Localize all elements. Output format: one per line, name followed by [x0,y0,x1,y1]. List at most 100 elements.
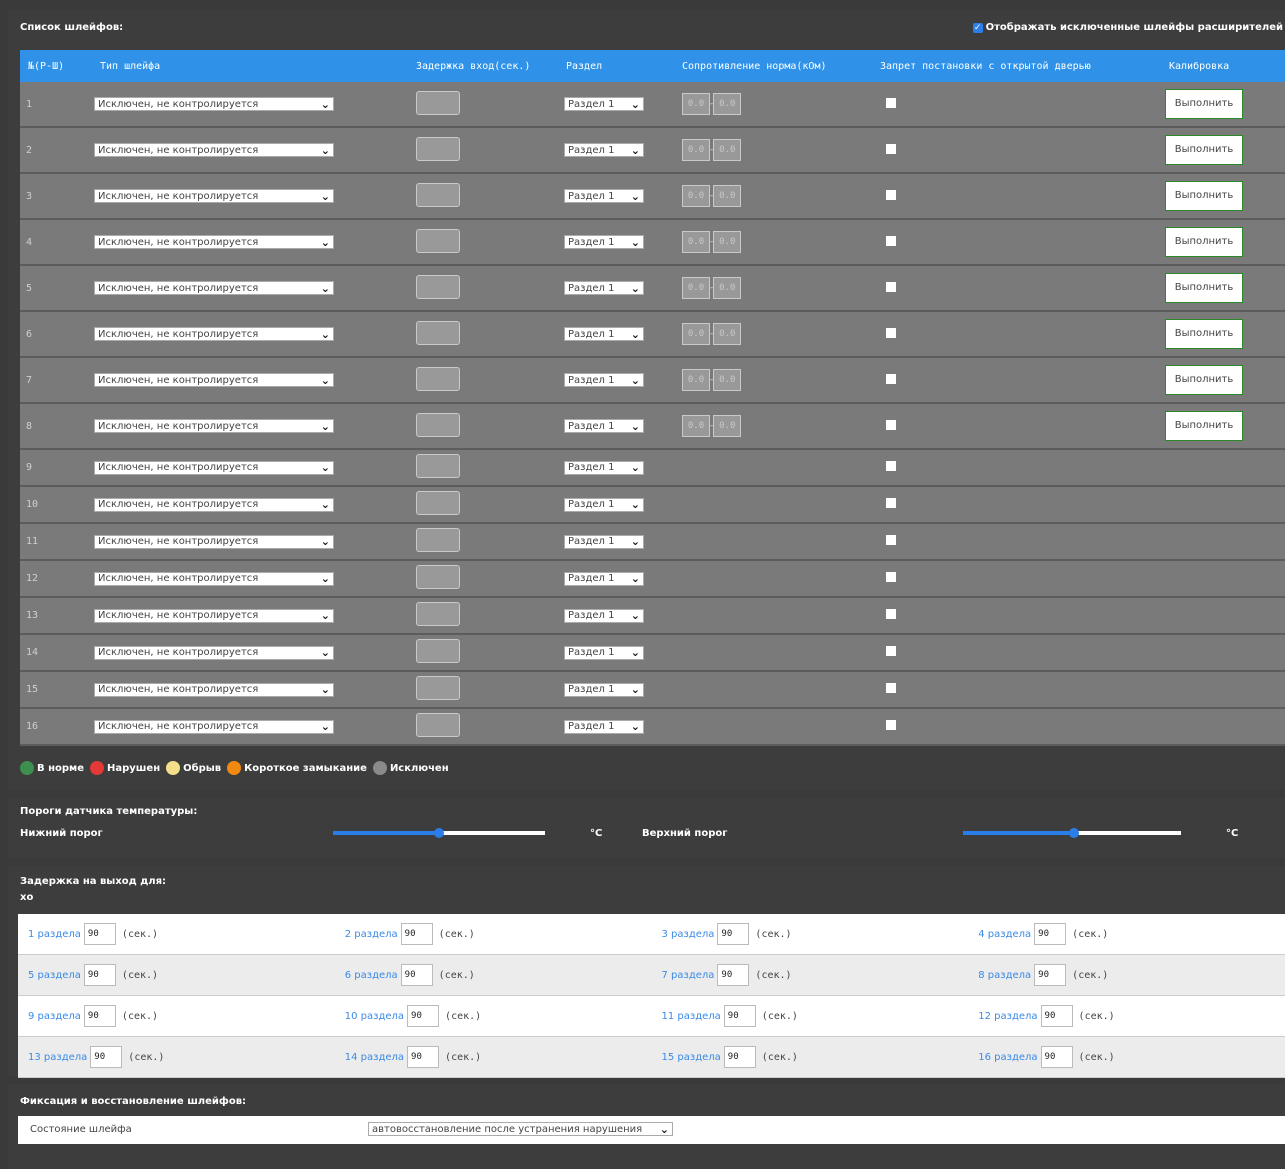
loop-type-select[interactable]: Исключен, не контролируется ⌄ [94,682,334,697]
exit-delay-input[interactable]: 90 [83,1005,116,1027]
exit-delay-input[interactable]: 90 [723,1046,756,1068]
resistance-min-input[interactable]: 0.0 [682,139,710,161]
exit-delay-input[interactable]: 90 [90,1046,123,1068]
resistance-min-input[interactable]: 0.0 [682,231,710,253]
partition-select[interactable]: Раздел 1 ⌄ [564,281,644,295]
loop-type-select[interactable]: Исключен, не контролируется ⌄ [94,419,334,433]
exit-delay-input[interactable]: 90 [400,964,433,986]
resistance-min-input[interactable]: 0.0 [682,369,710,391]
door-lock-checkbox[interactable] [886,498,896,508]
loop-type-select[interactable]: Исключен, не контролируется ⌄ [94,97,334,111]
resistance-min-input[interactable]: 0.0 [682,323,710,345]
loop-type-select[interactable]: Исключен, не контролируется ⌄ [94,281,334,295]
partition-select[interactable]: Раздел 1 ⌄ [564,235,644,249]
entry-delay-input[interactable] [416,639,460,663]
door-lock-checkbox[interactable] [886,373,896,384]
partition-select[interactable]: Раздел 1 ⌄ [564,143,644,157]
partition-select[interactable]: Раздел 1 ⌄ [564,327,644,341]
entry-delay-input[interactable] [416,412,460,437]
partition-select[interactable]: Раздел 1 ⌄ [564,419,644,433]
loop-type-select[interactable]: Исключен, не контролируется ⌄ [94,645,334,660]
entry-delay-input[interactable] [416,454,460,478]
calibrate-button[interactable]: Выполнить [1165,227,1243,257]
loop-type-select[interactable]: Исключен, не контролируется ⌄ [94,189,334,203]
partition-select[interactable]: Раздел 1 ⌄ [564,373,644,387]
calibrate-button[interactable]: Выполнить [1165,411,1243,441]
resistance-max-input[interactable]: 0.0 [713,323,742,345]
door-lock-checkbox[interactable] [886,419,896,430]
door-lock-checkbox[interactable] [886,609,896,619]
loop-type-select[interactable]: Исключен, не контролируется ⌄ [94,235,334,249]
loop-type-select[interactable]: Исключен, не контролируется ⌄ [94,460,334,475]
door-lock-checkbox[interactable] [886,281,896,292]
partition-select[interactable]: Раздел 1 ⌄ [564,571,644,586]
loop-type-select[interactable]: Исключен, не контролируется ⌄ [94,608,334,623]
partition-select[interactable]: Раздел 1 ⌄ [564,534,644,549]
loop-type-select[interactable]: Исключен, не контролируется ⌄ [94,534,334,549]
calibrate-button[interactable]: Выполнить [1165,181,1243,211]
calibrate-button[interactable]: Выполнить [1165,365,1243,395]
entry-delay-input[interactable] [416,491,460,515]
low-slider-thumb[interactable] [434,828,444,838]
resistance-max-input[interactable]: 0.0 [713,139,742,161]
calibrate-button[interactable]: Выполнить [1165,273,1243,303]
partition-select[interactable]: Раздел 1 ⌄ [564,460,644,475]
loop-type-select[interactable]: Исключен, не контролируется ⌄ [94,571,334,586]
resistance-max-input[interactable]: 0.0 [713,93,742,115]
resistance-max-input[interactable]: 0.0 [713,185,742,207]
partition-select[interactable]: Раздел 1 ⌄ [564,719,644,734]
entry-delay-input[interactable] [416,274,460,299]
door-lock-checkbox[interactable] [886,327,896,338]
loop-type-select[interactable]: Исключен, не контролируется ⌄ [94,719,334,734]
resistance-max-input[interactable]: 0.0 [713,369,742,391]
exit-delay-input[interactable]: 90 [1034,964,1067,986]
door-lock-checkbox[interactable] [886,572,896,582]
partition-select[interactable]: Раздел 1 ⌄ [564,645,644,660]
entry-delay-input[interactable] [416,182,460,207]
show-excluded-checkbox[interactable]: ✓ Отображать исключенные шлейфы расширит… [972,22,1283,33]
entry-delay-input[interactable] [416,228,460,253]
entry-delay-input[interactable] [416,602,460,626]
resistance-min-input[interactable]: 0.0 [682,93,710,115]
loop-type-select[interactable]: Исключен, не контролируется ⌄ [94,497,334,512]
resistance-min-input[interactable]: 0.0 [682,415,710,437]
exit-delay-input[interactable]: 90 [83,923,116,945]
entry-delay-input[interactable] [416,320,460,345]
door-lock-checkbox[interactable] [886,535,896,545]
door-lock-checkbox[interactable] [886,97,896,108]
resistance-min-input[interactable]: 0.0 [682,277,710,299]
high-threshold-slider[interactable] [963,828,1181,838]
resistance-max-input[interactable]: 0.0 [713,231,742,253]
exit-delay-input[interactable]: 90 [83,964,116,986]
calibrate-button[interactable]: Выполнить [1165,319,1243,349]
exit-delay-input[interactable]: 90 [1034,923,1067,945]
exit-delay-input[interactable]: 90 [400,923,433,945]
partition-select[interactable]: Раздел 1 ⌄ [564,608,644,623]
resistance-max-input[interactable]: 0.0 [713,277,742,299]
door-lock-checkbox[interactable] [886,143,896,154]
exit-delay-input[interactable]: 90 [717,964,750,986]
entry-delay-input[interactable] [416,676,460,700]
exit-delay-input[interactable]: 90 [723,1005,756,1027]
resistance-min-input[interactable]: 0.0 [682,185,710,207]
entry-delay-input[interactable] [416,565,460,589]
partition-select[interactable]: Раздел 1 ⌄ [564,189,644,203]
entry-delay-input[interactable] [416,90,460,115]
door-lock-checkbox[interactable] [886,720,896,730]
exit-delay-input[interactable]: 90 [1040,1005,1073,1027]
exit-delay-input[interactable]: 90 [407,1005,440,1027]
entry-delay-input[interactable] [416,528,460,552]
door-lock-checkbox[interactable] [886,189,896,200]
resistance-max-input[interactable]: 0.0 [713,415,742,437]
entry-delay-input[interactable] [416,366,460,391]
partition-select[interactable]: Раздел 1 ⌄ [564,97,644,111]
loop-type-select[interactable]: Исключен, не контролируется ⌄ [94,143,334,157]
calibrate-button[interactable]: Выполнить [1165,135,1243,165]
loop-state-select[interactable]: автовосстановление после устранения нару… [368,1122,673,1136]
entry-delay-input[interactable] [416,136,460,161]
exit-delay-input[interactable]: 90 [1040,1046,1073,1068]
entry-delay-input[interactable] [416,713,460,737]
loop-type-select[interactable]: Исключен, не контролируется ⌄ [94,327,334,341]
high-slider-thumb[interactable] [1069,828,1080,838]
partition-select[interactable]: Раздел 1 ⌄ [564,682,644,697]
